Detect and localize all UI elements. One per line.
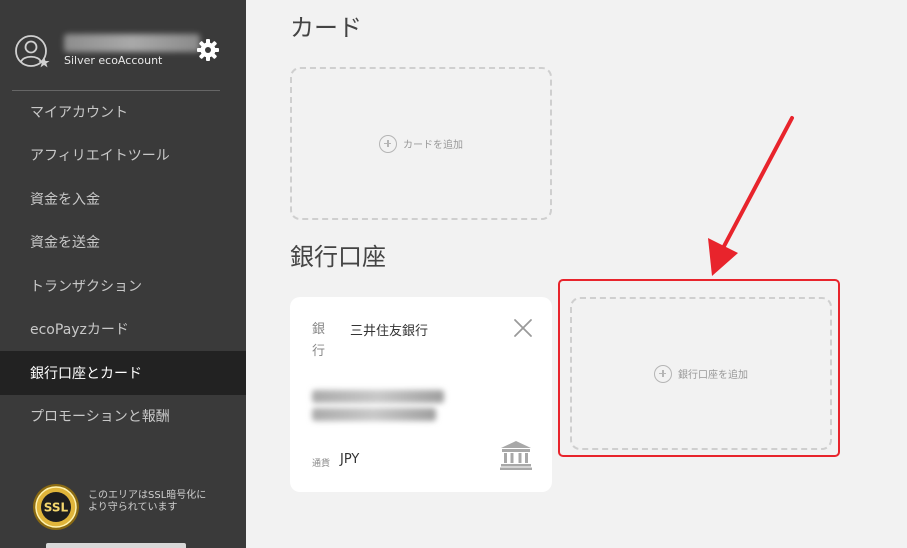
sidebar-bottom-element <box>46 543 186 548</box>
ssl-notice: SSL このエリアはSSL暗号化により守られています <box>32 483 242 533</box>
cards-section-title: カード <box>290 14 362 42</box>
sidebar-item-ecopayz-card[interactable]: ecoPayzカード <box>0 308 246 352</box>
sidebar-item-affiliate-tools[interactable]: アフィリエイトツール <box>0 134 246 178</box>
ssl-badge-text: SSL <box>44 501 69 515</box>
sidebar: Silver ecoAccount マイアカウント アフィリエイトツール 資金を… <box>0 0 246 548</box>
sidebar-item-deposit[interactable]: 資金を入金 <box>0 177 246 221</box>
ssl-seal-icon: SSL <box>33 484 79 530</box>
bank-label: 銀行 <box>312 322 326 359</box>
bank-name: 三井住友銀行 <box>350 324 429 339</box>
add-card-content: カードを追加 <box>379 134 463 153</box>
plus-circle-icon <box>654 364 672 383</box>
add-bank-account-button[interactable]: 銀行口座を追加 <box>570 297 832 450</box>
sidebar-item-label: 資金を送金 <box>30 235 100 252</box>
sidebar-item-transactions[interactable]: トランザクション <box>0 264 246 308</box>
user-name-redacted <box>64 34 200 52</box>
bank-building-icon <box>500 441 532 470</box>
sidebar-nav: マイアカウント アフィリエイトツール 資金を入金 資金を送金 トランザクション … <box>0 90 246 438</box>
currency-value: JPY <box>340 452 360 467</box>
sidebar-item-promotions-and-rewards[interactable]: プロモーションと報酬 <box>0 395 246 439</box>
sidebar-item-label: マイアカウント <box>30 104 128 121</box>
account-number-redacted <box>312 408 436 421</box>
bank-account-card: 銀行 三井住友銀行 通貨 JPY <box>290 297 552 492</box>
plus-circle-icon <box>379 134 397 153</box>
red-arrow-annotation-icon <box>708 116 794 276</box>
close-icon[interactable] <box>512 317 534 339</box>
sidebar-item-label: プロモーションと報酬 <box>30 409 170 426</box>
currency-label: 通貨 <box>312 459 331 469</box>
user-avatar-icon[interactable] <box>14 34 50 70</box>
sidebar-item-bank-accounts-and-cards[interactable]: 銀行口座とカード <box>0 351 246 395</box>
add-bank-account-content: 銀行口座を追加 <box>654 364 748 383</box>
account-tier: Silver ecoAccount <box>64 54 163 67</box>
ssl-notice-text: このエリアはSSL暗号化により守られています <box>88 490 207 513</box>
sidebar-item-label: ecoPayzカード <box>30 322 129 339</box>
add-card-label: カードを追加 <box>403 140 463 151</box>
sidebar-item-label: アフィリエイトツール <box>30 148 170 165</box>
add-card-button[interactable]: カードを追加 <box>290 67 552 220</box>
sidebar-item-label: トランザクション <box>30 278 142 295</box>
bank-section-title: 銀行口座 <box>290 243 386 271</box>
sidebar-item-send-funds[interactable]: 資金を送金 <box>0 221 246 265</box>
sidebar-item-my-account[interactable]: マイアカウント <box>0 90 246 134</box>
profile: Silver ecoAccount <box>14 34 234 74</box>
add-bank-account-label: 銀行口座を追加 <box>678 370 748 381</box>
sidebar-item-label: 銀行口座とカード <box>30 365 142 382</box>
sidebar-item-label: 資金を入金 <box>30 191 100 208</box>
account-holder-redacted <box>312 390 444 403</box>
gear-icon[interactable] <box>196 38 220 62</box>
